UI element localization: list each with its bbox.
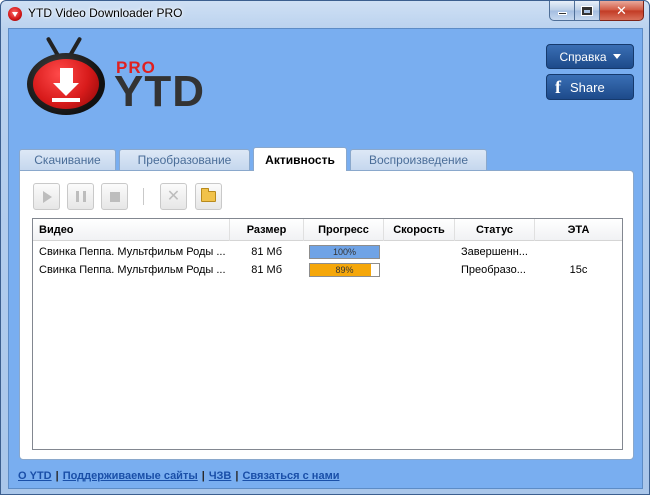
minimize-button[interactable]: [549, 1, 575, 21]
tab-convert[interactable]: Преобразование: [119, 149, 250, 170]
maximize-button[interactable]: [575, 1, 600, 21]
help-button[interactable]: Справка: [546, 44, 634, 69]
video-size: 81 Мб: [251, 246, 282, 258]
delete-button[interactable]: ✕: [160, 183, 187, 210]
status-text: Преобразо...: [461, 264, 526, 276]
pause-icon: [75, 191, 86, 202]
ytd-logo: PRO YTD: [27, 31, 217, 126]
column-header-eta[interactable]: ЭТА: [535, 219, 622, 241]
tab-activity[interactable]: Активность: [253, 147, 347, 171]
column-header-video[interactable]: Видео: [33, 219, 230, 241]
activity-panel: ✕ Видео Размер Прогресс Скорость Статус …: [19, 170, 634, 460]
minimize-icon: [557, 12, 567, 15]
open-folder-button[interactable]: [195, 183, 222, 210]
video-size: 81 Мб: [251, 264, 282, 276]
help-button-label: Справка: [559, 49, 607, 64]
tab-download[interactable]: Скачивание: [19, 149, 116, 170]
play-button[interactable]: [33, 183, 60, 210]
folder-icon: [201, 188, 216, 202]
tv-logo-icon: [27, 53, 105, 115]
play-icon: [43, 190, 52, 203]
delete-icon: ✕: [166, 187, 181, 205]
column-header-status[interactable]: Статус: [455, 219, 535, 241]
stop-button[interactable]: [101, 183, 128, 210]
contact-us-link[interactable]: Связаться с нами: [242, 470, 339, 482]
status-text: Завершенн...: [461, 246, 528, 258]
close-icon: ✕: [616, 2, 627, 18]
column-header-size[interactable]: Размер: [230, 219, 304, 241]
maximize-icon: [582, 6, 592, 15]
column-header-progress[interactable]: Прогресс: [304, 219, 384, 241]
facebook-icon: f: [555, 77, 561, 97]
faq-link[interactable]: ЧЗВ: [209, 470, 232, 482]
download-speed: [384, 261, 455, 279]
table-header: Видео Размер Прогресс Скорость Статус ЭТ…: [33, 219, 622, 241]
tv-screen: [33, 59, 99, 109]
app-window: YTD Video Downloader PRO ✕ PRO YTD Справ…: [0, 0, 650, 495]
activity-table: Видео Размер Прогресс Скорость Статус ЭТ…: [32, 218, 623, 450]
eta-text: 15с: [569, 264, 588, 276]
table-row[interactable]: Свинка Пеппа. Мультфильм Роды ... 81 Мб …: [33, 243, 622, 261]
share-button-label: Share: [570, 79, 605, 95]
ytd-app-icon: [8, 7, 22, 21]
link-separator: |: [201, 470, 205, 482]
progress-bar: 89%: [309, 263, 380, 277]
download-arrow-bar: [52, 98, 80, 102]
progress-label: 100%: [332, 247, 357, 257]
pause-button[interactable]: [67, 183, 94, 210]
progress-bar: 100%: [309, 245, 380, 259]
about-ytd-link[interactable]: О YTD: [18, 470, 52, 482]
logo-ytd-text: YTD: [114, 67, 205, 116]
progress-label: 89%: [335, 265, 354, 275]
download-speed: [384, 243, 455, 261]
footer-links: О YTD | Поддерживаемые сайты | ЧЗВ | Свя…: [18, 470, 339, 482]
supported-sites-link[interactable]: Поддерживаемые сайты: [63, 470, 198, 482]
link-separator: |: [235, 470, 239, 482]
main-area: PRO YTD Справка f Share Скачивание Преоб…: [8, 28, 643, 489]
share-button[interactable]: f Share: [546, 74, 634, 100]
eta-text: [535, 243, 622, 261]
window-controls: ✕: [549, 1, 644, 21]
download-arrow-icon: [60, 68, 73, 84]
table-row[interactable]: Свинка Пеппа. Мультфильм Роды ... 81 Мб …: [33, 261, 622, 279]
close-button[interactable]: ✕: [600, 1, 644, 21]
chevron-down-icon: [612, 54, 621, 59]
video-title: Свинка Пеппа. Мультфильм Роды ...: [39, 246, 226, 258]
video-title: Свинка Пеппа. Мультфильм Роды ...: [39, 264, 226, 276]
window-title: YTD Video Downloader PRO: [28, 6, 183, 20]
stop-icon: [109, 191, 120, 202]
link-separator: |: [55, 470, 59, 482]
download-arrow-head: [53, 83, 79, 96]
title-bar[interactable]: YTD Video Downloader PRO ✕: [1, 1, 649, 27]
tab-playback[interactable]: Воспроизведение: [350, 149, 487, 170]
toolbar-divider: [143, 188, 144, 205]
column-header-speed[interactable]: Скорость: [384, 219, 455, 241]
